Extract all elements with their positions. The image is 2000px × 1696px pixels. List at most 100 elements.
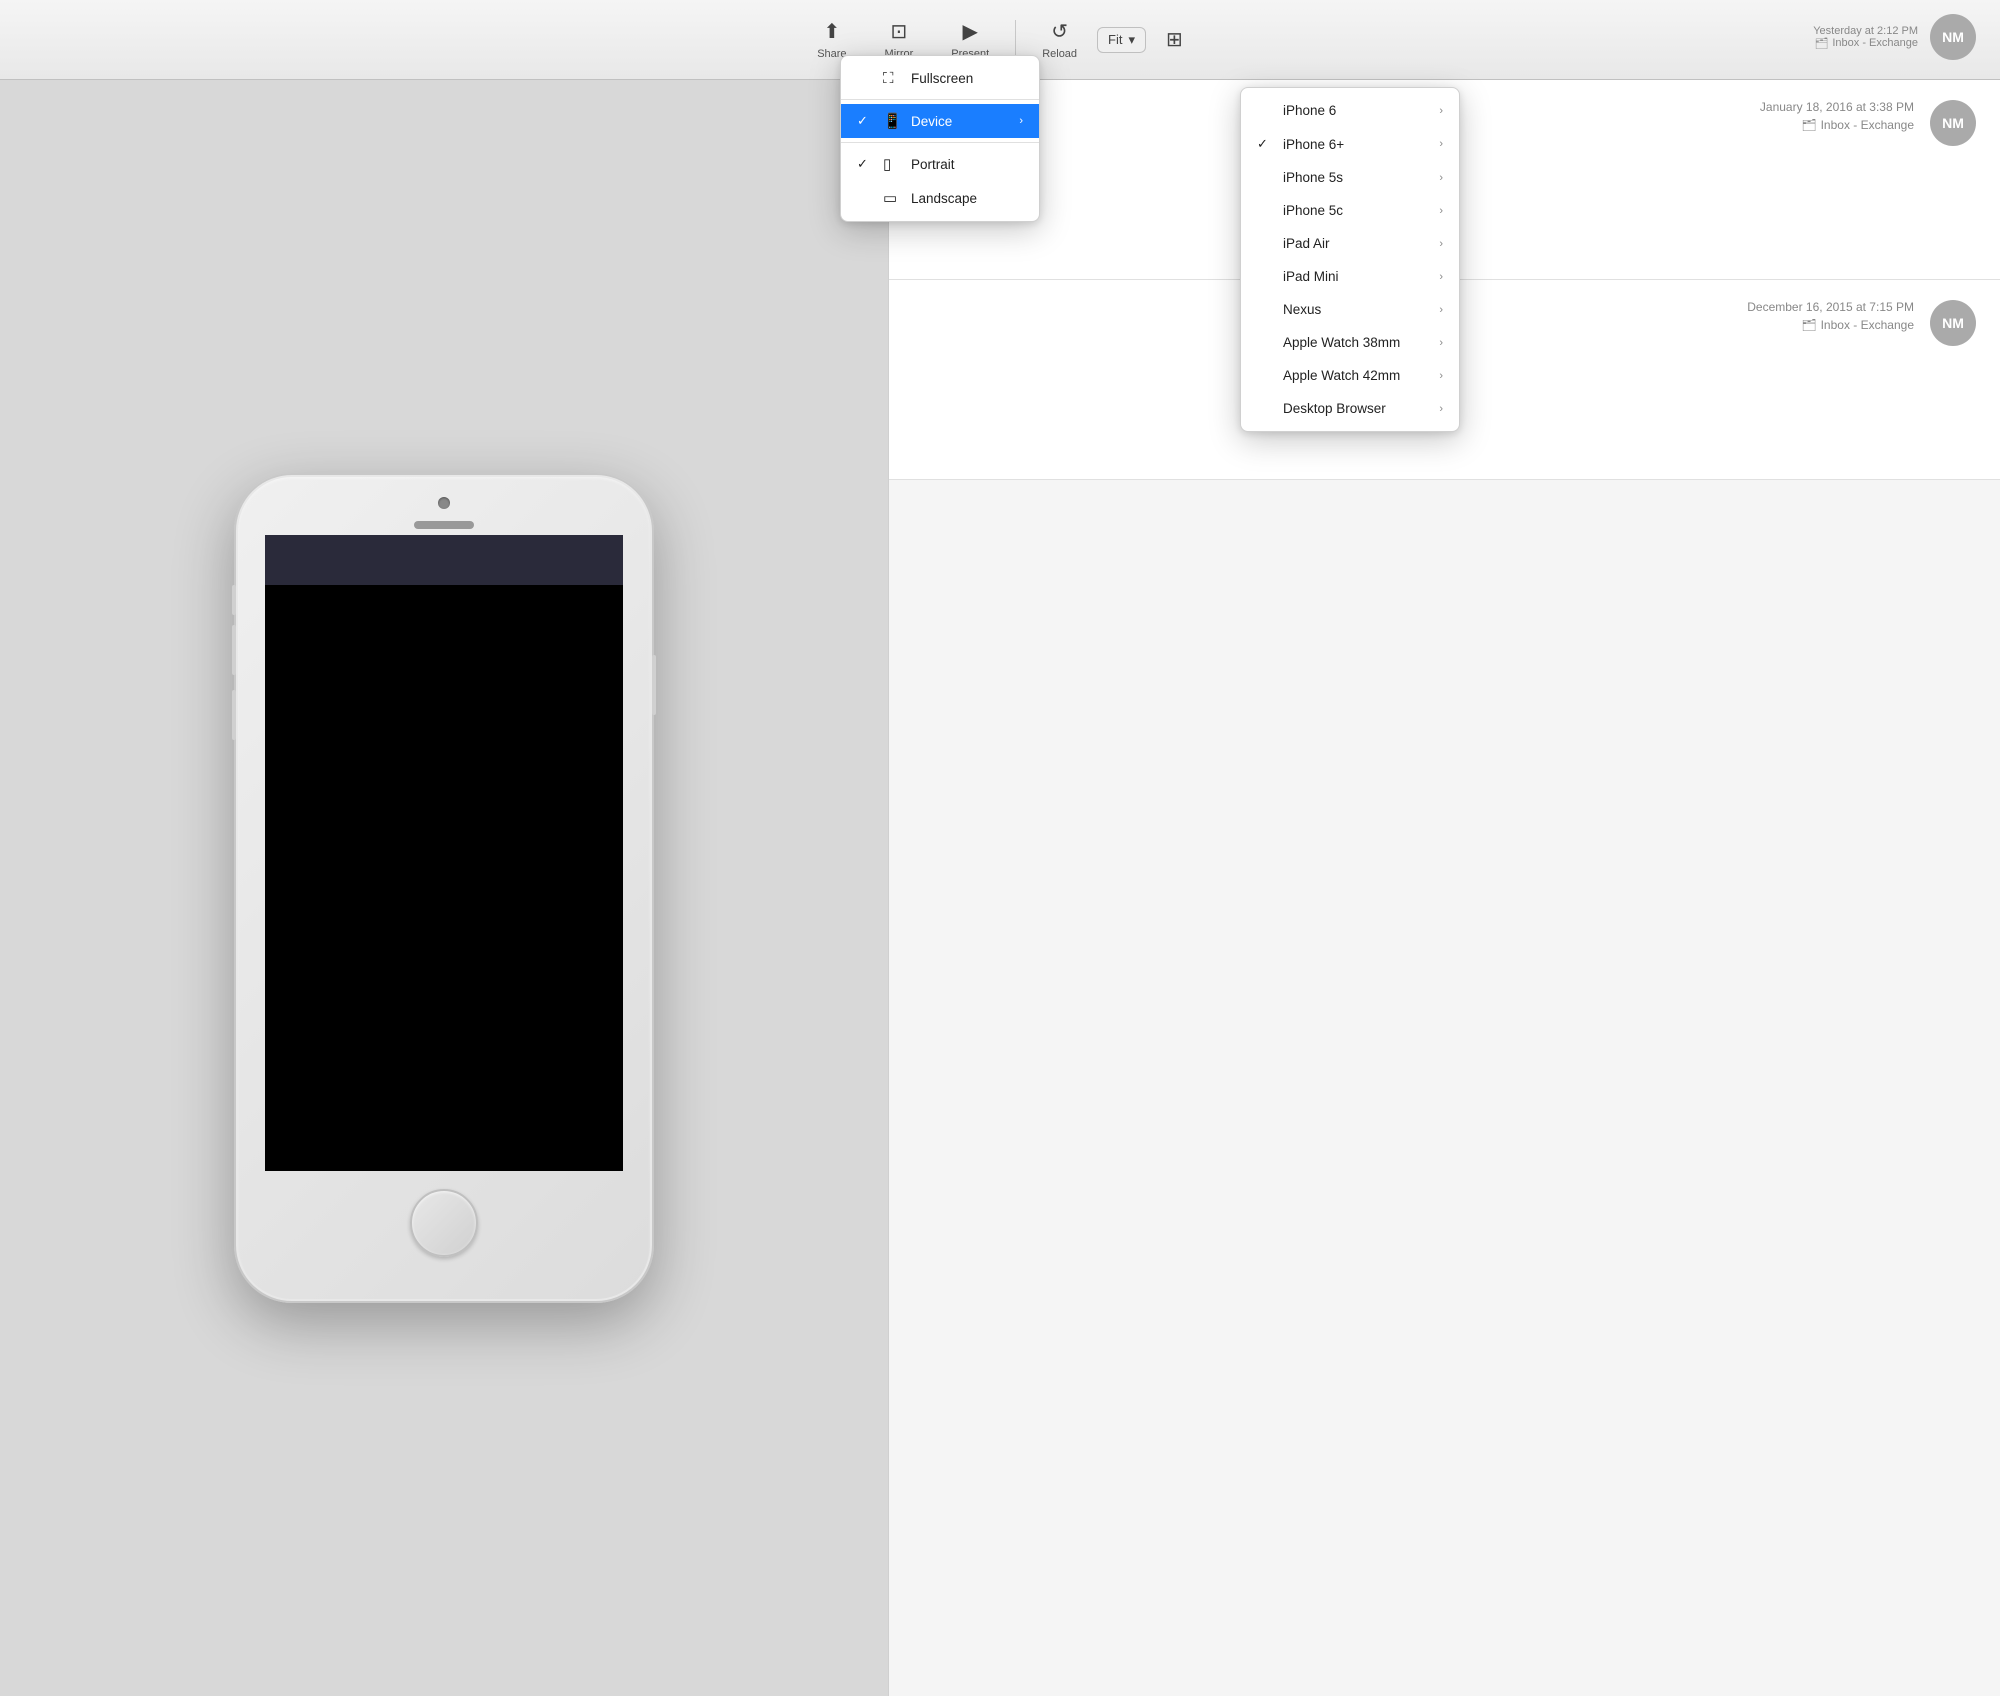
avatar-1: NM <box>1930 100 1976 146</box>
share-icon: ⬆ <box>823 19 840 44</box>
entry-meta-2: December 16, 2015 at 7:15 PM 🗂 Inbox - E… <box>1747 300 1914 332</box>
apple-watch-38-chevron-icon: › <box>1439 337 1443 349</box>
toolbar-group-right: ↺ Reload Fit ▾ ⊞ <box>1024 11 1201 68</box>
device-menu-item[interactable]: ✓ 📱 Device › <box>841 104 1039 138</box>
iphone6-label: iPhone 6 <box>1283 103 1336 118</box>
entry-date-2: December 16, 2015 at 7:15 PM <box>1747 300 1914 314</box>
iphone5s-label: iPhone 5s <box>1283 170 1343 185</box>
fullscreen-menu-item[interactable]: ⛶ Fullscreen <box>841 62 1039 95</box>
iphone-screen <box>265 535 623 1171</box>
desktop-browser-item[interactable]: Desktop Browser › <box>1241 392 1459 425</box>
iphone-camera <box>438 497 450 509</box>
landscape-menu-item[interactable]: ▭ Landscape <box>841 181 1039 215</box>
apple-watch-42-item[interactable]: Apple Watch 42mm › <box>1241 359 1459 392</box>
folder-icon-1: 🗂 <box>1801 118 1816 132</box>
top-right-meta: Yesterday at 2:12 PM 🗂 Inbox - Exchange <box>1813 25 1918 50</box>
silent-switch <box>232 585 236 615</box>
iphone-speaker <box>414 521 474 529</box>
device-icon: 📱 <box>883 112 901 130</box>
iphone6plus-label: iPhone 6+ <box>1283 137 1344 152</box>
ipad-mini-chevron-icon: › <box>1439 271 1443 283</box>
fullscreen-check <box>857 71 873 86</box>
ipad-air-label: iPad Air <box>1283 236 1330 251</box>
ipad-mini-check <box>1257 269 1273 284</box>
zoom-chevron-icon: ▾ <box>1129 32 1136 48</box>
portrait-check: ✓ <box>857 156 873 172</box>
portrait-menu-item[interactable]: ✓ ▯ Portrait <box>841 147 1039 181</box>
landscape-icon: ▭ <box>883 189 901 207</box>
iphone5c-label: iPhone 5c <box>1283 203 1343 218</box>
apple-watch-38-item[interactable]: Apple Watch 38mm › <box>1241 326 1459 359</box>
zoom-control[interactable]: Fit ▾ <box>1097 27 1146 53</box>
entry-date-1: January 18, 2016 at 3:38 PM <box>1760 100 1914 114</box>
top-source-label: Inbox - Exchange <box>1832 37 1918 49</box>
landscape-label: Landscape <box>911 191 1023 206</box>
zoom-value: Fit <box>1108 32 1122 47</box>
volume-up-button <box>232 625 236 675</box>
iphone5s-check <box>1257 170 1273 185</box>
iphone5s-item[interactable]: iPhone 5s › <box>1241 161 1459 194</box>
present-icon: ▶ <box>963 19 978 44</box>
ipad-air-item[interactable]: iPad Air › <box>1241 227 1459 260</box>
iphone5c-item[interactable]: iPhone 5c › <box>1241 194 1459 227</box>
nexus-check <box>1257 302 1273 317</box>
mirror-icon: ⊡ <box>891 19 908 44</box>
folder-icon: 🗂 <box>1814 37 1828 50</box>
iphone-status-bar <box>265 535 623 585</box>
dropdown-container: ⛶ Fullscreen ✓ 📱 Device › ✓ ▯ Portrait ▭… <box>840 55 1040 222</box>
main-preview-area <box>0 80 888 1696</box>
fullscreen-label: Fullscreen <box>911 71 1023 86</box>
nexus-chevron-icon: › <box>1439 304 1443 316</box>
iphone5c-chevron-icon: › <box>1439 205 1443 217</box>
view-button[interactable]: ⊞ <box>1148 19 1201 60</box>
ipad-air-check <box>1257 236 1273 251</box>
iphone6-check <box>1257 103 1273 118</box>
iphone6-chevron-icon: › <box>1439 105 1443 117</box>
menu-sep-1 <box>841 99 1039 100</box>
view-icon: ⊞ <box>1166 27 1183 52</box>
avatar: NM <box>1930 14 1976 60</box>
toolbar-separator-1 <box>1015 20 1016 60</box>
apple-watch-38-label: Apple Watch 38mm <box>1283 335 1400 350</box>
iphone-home-button[interactable] <box>410 1189 478 1257</box>
portrait-label: Portrait <box>911 157 1023 172</box>
portrait-icon: ▯ <box>883 155 901 173</box>
device-submenu: iPhone 6 › ✓ iPhone 6+ › iPhone 5s › iPh… <box>1240 87 1460 432</box>
desktop-browser-chevron-icon: › <box>1439 403 1443 415</box>
power-button <box>652 655 656 715</box>
reload-label: Reload <box>1042 48 1077 60</box>
fullscreen-icon: ⛶ <box>883 70 901 87</box>
menu-sep-2 <box>841 142 1039 143</box>
desktop-browser-check <box>1257 401 1273 416</box>
desktop-browser-label: Desktop Browser <box>1283 401 1386 416</box>
top-source: 🗂 Inbox - Exchange <box>1813 37 1918 50</box>
iphone6plus-chevron-icon: › <box>1439 138 1443 150</box>
entry-meta-1: January 18, 2016 at 3:38 PM 🗂 Inbox - Ex… <box>1760 100 1914 132</box>
device-label: Device <box>911 114 1009 129</box>
nexus-item[interactable]: Nexus › <box>1241 293 1459 326</box>
apple-watch-42-chevron-icon: › <box>1439 370 1443 382</box>
iphone6plus-item[interactable]: ✓ iPhone 6+ › <box>1241 127 1459 161</box>
apple-watch-42-check <box>1257 368 1273 383</box>
volume-down-button <box>232 690 236 740</box>
nexus-label: Nexus <box>1283 302 1321 317</box>
iphone5c-check <box>1257 203 1273 218</box>
avatar-2: NM <box>1930 300 1976 346</box>
iphone6plus-check: ✓ <box>1257 136 1273 152</box>
entry-source-2: 🗂 Inbox - Exchange <box>1801 318 1914 332</box>
top-right-info: Yesterday at 2:12 PM 🗂 Inbox - Exchange … <box>1813 14 1976 60</box>
apple-watch-42-label: Apple Watch 42mm <box>1283 368 1400 383</box>
apple-watch-38-check <box>1257 335 1273 350</box>
device-chevron-icon: › <box>1019 115 1023 127</box>
ipad-air-chevron-icon: › <box>1439 238 1443 250</box>
iphone-mockup <box>234 473 654 1303</box>
ipad-mini-item[interactable]: iPad Mini › <box>1241 260 1459 293</box>
top-date: Yesterday at 2:12 PM <box>1813 25 1918 37</box>
device-check: ✓ <box>857 113 873 129</box>
reload-icon: ↺ <box>1051 19 1068 44</box>
iphone6-item[interactable]: iPhone 6 › <box>1241 94 1459 127</box>
iphone-top-section <box>236 475 652 529</box>
primary-dropdown: ⛶ Fullscreen ✓ 📱 Device › ✓ ▯ Portrait ▭… <box>840 55 1040 222</box>
ipad-mini-label: iPad Mini <box>1283 269 1339 284</box>
landscape-check <box>857 191 873 206</box>
